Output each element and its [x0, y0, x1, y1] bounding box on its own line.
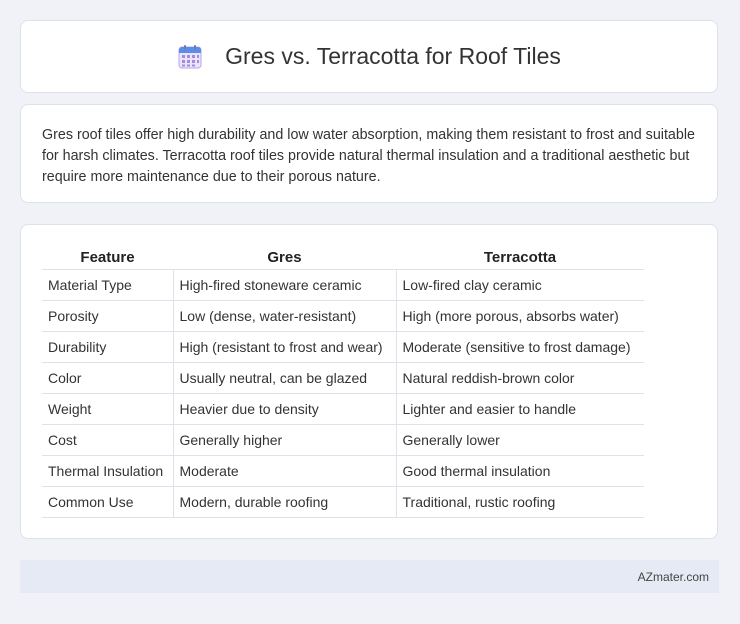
feature-cell: Porosity	[42, 300, 174, 332]
gres-cell: High-fired stoneware ceramic	[173, 269, 397, 301]
terracotta-cell: Generally lower	[396, 424, 644, 456]
feature-cell: Durability	[42, 331, 174, 363]
header-terracotta: Terracotta	[483, 249, 557, 266]
terracotta-cell: Moderate (sensitive to frost damage)	[396, 331, 644, 363]
terracotta-cell: Traditional, rustic roofing	[396, 486, 644, 518]
page-title: Gres vs. Terracotta for Roof Tiles	[225, 43, 561, 69]
table-header-row: Feature Gres Terracotta	[42, 246, 644, 270]
table-card: Feature Gres Terracotta Material Type Hi…	[20, 224, 718, 539]
gres-cell: Usually neutral, can be glazed	[173, 362, 397, 394]
table-row: Thermal Insulation Moderate Good thermal…	[42, 455, 644, 487]
feature-cell: Material Type	[42, 269, 174, 301]
feature-cell: Weight	[42, 393, 174, 425]
feature-cell: Thermal Insulation	[42, 455, 174, 487]
summary-card: Gres roof tiles offer high durability an…	[20, 104, 718, 203]
table-row: Weight Heavier due to density Lighter an…	[42, 393, 644, 425]
terracotta-cell: High (more porous, absorbs water)	[396, 300, 644, 332]
gres-cell: Low (dense, water-resistant)	[173, 300, 397, 332]
gres-cell: Moderate	[173, 455, 397, 487]
table-row: Durability High (resistant to frost and …	[42, 331, 644, 363]
feature-cell: Cost	[42, 424, 174, 456]
table-row: Color Usually neutral, can be glazed Nat…	[42, 362, 644, 394]
header-feature: Feature	[80, 249, 135, 266]
comparison-table: Feature Gres Terracotta Material Type Hi…	[42, 246, 644, 518]
terracotta-cell: Good thermal insulation	[396, 455, 644, 487]
header-gres: Gres	[267, 249, 302, 266]
terracotta-cell: Natural reddish-brown color	[396, 362, 644, 394]
feature-cell: Common Use	[42, 486, 174, 518]
gres-cell: High (resistant to frost and wear)	[173, 331, 397, 363]
feature-cell: Color	[42, 362, 174, 394]
gres-cell: Modern, durable roofing	[173, 486, 397, 518]
table-row: Common Use Modern, durable roofing Tradi…	[42, 486, 644, 518]
gres-cell: Generally higher	[173, 424, 397, 456]
terracotta-cell: Low-fired clay ceramic	[396, 269, 644, 301]
gres-cell: Heavier due to density	[173, 393, 397, 425]
footer: AZmater.com	[20, 560, 719, 593]
summary-text: Gres roof tiles offer high durability an…	[42, 127, 695, 185]
table-row: Cost Generally higher Generally lower	[42, 424, 644, 456]
title-wrap: Gres vs. Terracotta for Roof Tiles	[177, 43, 561, 70]
title-card: Gres vs. Terracotta for Roof Tiles	[20, 20, 718, 93]
terracotta-cell: Lighter and easier to handle	[396, 393, 644, 425]
table-row: Material Type High-fired stoneware ceram…	[42, 269, 644, 301]
footer-site-link[interactable]: AZmater.com	[638, 570, 709, 584]
calendar-icon	[178, 44, 202, 68]
table-row: Porosity Low (dense, water-resistant) Hi…	[42, 300, 644, 332]
